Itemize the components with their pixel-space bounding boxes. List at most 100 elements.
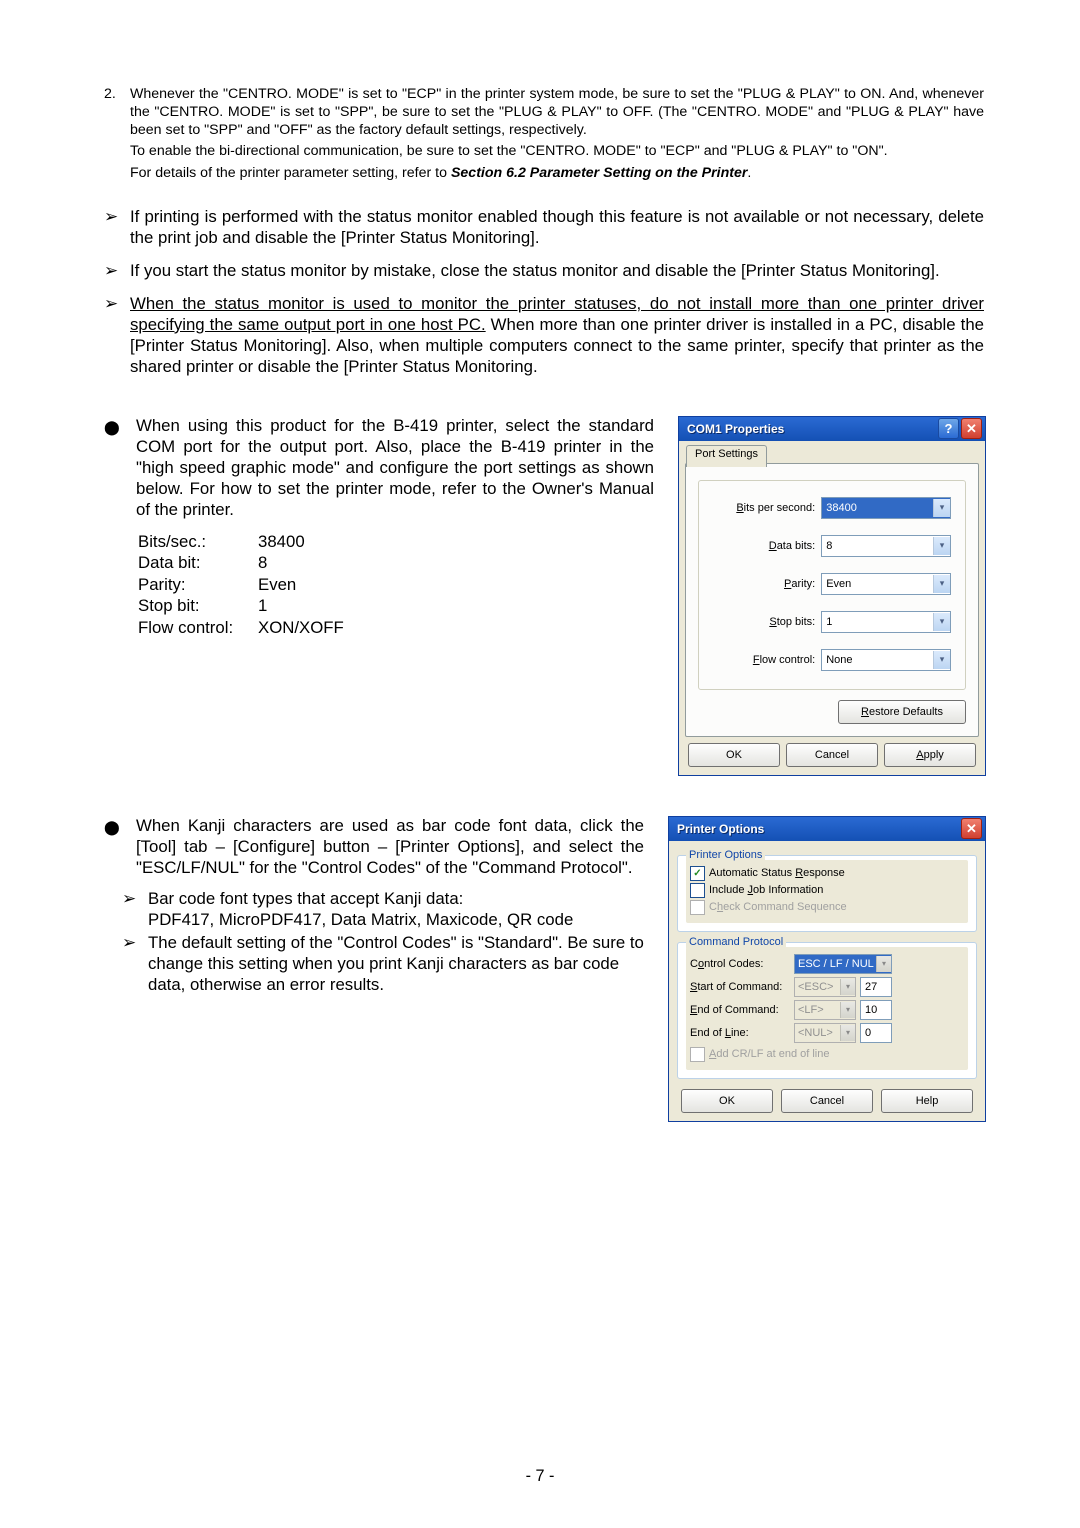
dialog-titlebar[interactable]: Printer Options ✕ xyxy=(669,817,985,841)
end-cmd-label: End of Command: xyxy=(690,1004,790,1016)
chevron-down-icon[interactable]: ▾ xyxy=(933,575,950,593)
section-com: ⬤ When using this product for the B-419 … xyxy=(104,416,984,776)
parity-select[interactable]: Even▾ xyxy=(821,573,951,595)
end-line-num[interactable]: 0 xyxy=(860,1023,892,1043)
stopbits-label: Stop bits: xyxy=(713,616,821,628)
databits-select[interactable]: 8▾ xyxy=(821,535,951,557)
cancel-button[interactable]: Cancel xyxy=(781,1089,873,1113)
close-icon[interactable]: ✕ xyxy=(961,818,982,839)
end-cmd-select: <LF>▾ xyxy=(794,1000,856,1020)
ps-bits-k: Bits/sec.: xyxy=(138,531,258,553)
chevron-icon: ➢ xyxy=(122,889,148,931)
chevron-down-icon[interactable]: ▾ xyxy=(933,651,950,669)
printer-options-dialog: Printer Options ✕ Printer Options Automa… xyxy=(668,816,986,1122)
help-icon[interactable]: ? xyxy=(938,418,959,439)
chevron-down-icon: ▾ xyxy=(840,1002,855,1018)
bullet-icon: ⬤ xyxy=(104,416,136,521)
checkbox-icon[interactable] xyxy=(690,883,705,898)
opt-iji-label: Include Job Information xyxy=(709,884,823,896)
section-com-dialog: COM1 Properties ? ✕ Port Settings Bits p… xyxy=(678,416,984,776)
stopbits-value: 1 xyxy=(822,616,933,628)
control-codes-label: Control Codes: xyxy=(690,958,790,970)
kanji-sub-2: ➢ The default setting of the "Control Co… xyxy=(122,933,644,996)
databits-label: Data bits: xyxy=(713,540,821,552)
kanji-sublist: ➢ Bar code font types that accept Kanji … xyxy=(122,889,644,996)
group-legend: Command Protocol xyxy=(686,936,786,948)
cancel-button[interactable]: Cancel xyxy=(786,743,878,767)
dialog-body: Port Settings Bits per second: 38400 ▾ xyxy=(679,441,985,775)
com1-properties-dialog: COM1 Properties ? ✕ Port Settings Bits p… xyxy=(678,416,986,776)
chevron-down-icon: ▾ xyxy=(840,1025,855,1041)
chevron-down-icon: ▾ xyxy=(840,979,855,995)
flow-label: Flow control: xyxy=(713,654,821,666)
bps-select[interactable]: 38400 ▾ xyxy=(821,497,951,519)
section-kanji: ⬤ When Kanji characters are used as bar … xyxy=(104,816,984,1122)
ps-parity-v: Even xyxy=(258,574,296,596)
flow-value: None xyxy=(822,654,933,666)
start-cmd-num[interactable]: 27 xyxy=(860,977,892,997)
dialog-titlebar[interactable]: COM1 Properties ? ✕ xyxy=(679,417,985,441)
end-cmd-num[interactable]: 10 xyxy=(860,1000,892,1020)
apply-button[interactable]: Apply xyxy=(884,743,976,767)
chevron-down-icon[interactable]: ▾ xyxy=(933,499,950,517)
group-legend: Printer Options xyxy=(686,849,765,861)
start-cmd-sel-val: <ESC> xyxy=(795,981,840,993)
bullet-kanji: ⬤ When Kanji characters are used as bar … xyxy=(104,816,644,879)
chevron-icon: ➢ xyxy=(104,261,130,282)
opt-iji[interactable]: Include Job Information xyxy=(690,883,964,898)
checkbox-icon[interactable] xyxy=(690,866,705,881)
port-groupbox: Bits per second: 38400 ▾ Data bits: 8▾ xyxy=(698,480,966,690)
para-3-suffix: . xyxy=(747,165,751,181)
ps-stop-v: 1 xyxy=(258,595,267,617)
bullet-com-body: When using this product for the B-419 pr… xyxy=(136,416,654,521)
ordered-item-number: 2. xyxy=(104,86,130,183)
para-1: Whenever the "CENTRO. MODE" is set to "E… xyxy=(130,86,984,138)
chevron-body-3: When the status monitor is used to monit… xyxy=(130,294,984,378)
chevron-body-1: If printing is performed with the status… xyxy=(130,207,984,249)
opt-ccs: Check Command Sequence xyxy=(690,900,964,915)
chevron-item-1: ➢ If printing is performed with the stat… xyxy=(104,207,984,249)
end-cmd-sel-val: <LF> xyxy=(795,1004,840,1016)
ps-data-k: Data bit: xyxy=(138,552,258,574)
page-number: - 7 - xyxy=(0,1467,1080,1486)
chevron-down-icon[interactable]: ▾ xyxy=(876,956,891,972)
tab-port-settings[interactable]: Port Settings xyxy=(686,445,767,467)
ok-button[interactable]: OK xyxy=(681,1089,773,1113)
printer-options-group: Printer Options Automatic Status Respons… xyxy=(677,855,977,932)
control-codes-value: ESC / LF / NUL xyxy=(795,958,876,970)
help-button[interactable]: Help xyxy=(881,1089,973,1113)
opt-addcr-label: Add CR/LF at end of line xyxy=(709,1048,829,1060)
bps-label: Bits per second: xyxy=(713,502,821,514)
chevron-item-2: ➢ If you start the status monitor by mis… xyxy=(104,261,984,282)
section-kanji-text: ⬤ When Kanji characters are used as bar … xyxy=(104,816,668,998)
kanji-sub-1: ➢ Bar code font types that accept Kanji … xyxy=(122,889,644,931)
ps-parity-k: Parity: xyxy=(138,574,258,596)
start-cmd-select: <ESC>▾ xyxy=(794,977,856,997)
opt-asr[interactable]: Automatic Status Response xyxy=(690,866,964,881)
chevron-icon: ➢ xyxy=(104,207,130,249)
ps-data-v: 8 xyxy=(258,552,267,574)
restore-defaults-button[interactable]: Restore Defaults xyxy=(838,700,966,724)
dialog-title: COM1 Properties xyxy=(687,422,938,436)
document-page: 2. Whenever the "CENTRO. MODE" is set to… xyxy=(0,0,1080,1528)
bullet-kanji-body: When Kanji characters are used as bar co… xyxy=(136,816,644,879)
opt-asr-label: Automatic Status Response xyxy=(709,867,845,879)
ps-flow-v: XON/XOFF xyxy=(258,617,344,639)
command-protocol-group: Command Protocol Control Codes: ESC / LF… xyxy=(677,942,977,1079)
flow-select[interactable]: None▾ xyxy=(821,649,951,671)
ok-button[interactable]: OK xyxy=(688,743,780,767)
section-kanji-dialog: Printer Options ✕ Printer Options Automa… xyxy=(668,816,984,1122)
dialog-body: Printer Options Automatic Status Respons… xyxy=(669,841,985,1121)
kanji-sub-1-body: Bar code font types that accept Kanji da… xyxy=(148,889,644,931)
kanji-sub-1-l2: PDF417, MicroPDF417, Data Matrix, Maxico… xyxy=(148,910,644,931)
databits-value: 8 xyxy=(822,540,933,552)
chevron-down-icon[interactable]: ▾ xyxy=(933,537,950,555)
close-icon[interactable]: ✕ xyxy=(961,418,982,439)
kanji-sub-2-body: The default setting of the "Control Code… xyxy=(148,933,644,996)
control-codes-select[interactable]: ESC / LF / NUL ▾ xyxy=(794,954,892,974)
chevron-down-icon[interactable]: ▾ xyxy=(933,613,950,631)
section-com-text: ⬤ When using this product for the B-419 … xyxy=(104,416,678,638)
stopbits-select[interactable]: 1▾ xyxy=(821,611,951,633)
para-3-prefix: For details of the printer parameter set… xyxy=(130,165,451,181)
checkbox-icon xyxy=(690,1047,705,1062)
